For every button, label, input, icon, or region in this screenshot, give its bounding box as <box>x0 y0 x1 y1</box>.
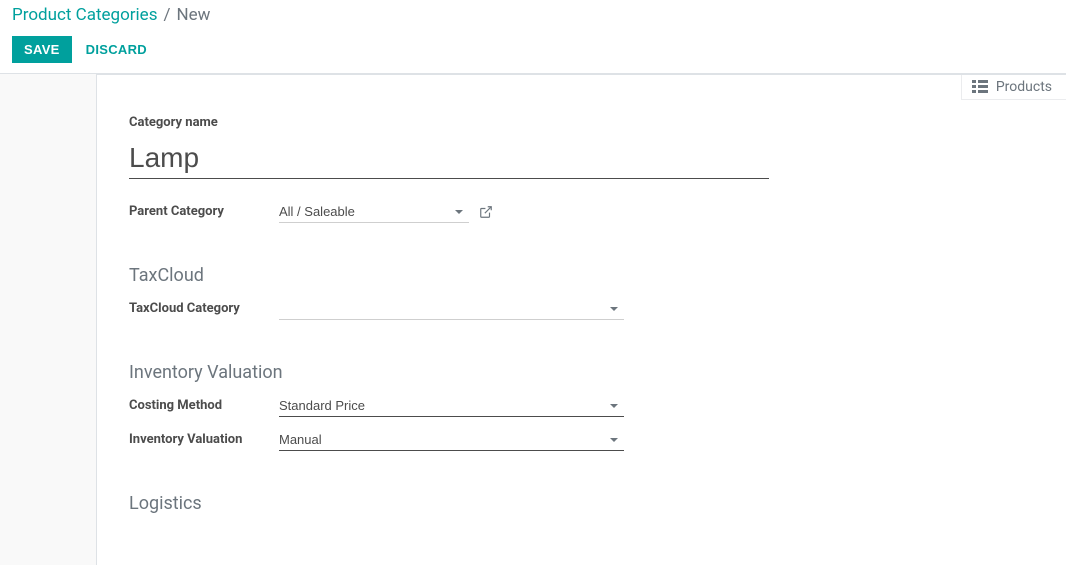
section-taxcloud-title: TaxCloud <box>129 265 1034 286</box>
parent-category-select[interactable] <box>279 201 469 223</box>
breadcrumb-parent-link[interactable]: Product Categories <box>12 4 157 28</box>
costing-method-label: Costing Method <box>129 398 279 413</box>
stage: Products Category name Parent Category <box>0 73 1066 565</box>
discard-button[interactable]: DISCARD <box>86 42 147 57</box>
topbar: Product Categories / New SAVE DISCARD <box>0 0 1066 73</box>
action-row: SAVE DISCARD <box>12 36 1054 73</box>
parent-category-input[interactable] <box>279 201 469 223</box>
section-inventory-valuation-title: Inventory Valuation <box>129 362 1034 383</box>
external-link-icon[interactable] <box>479 205 493 219</box>
save-button[interactable]: SAVE <box>12 36 72 63</box>
inventory-valuation-input[interactable] <box>279 429 624 451</box>
parent-category-label: Parent Category <box>129 204 279 219</box>
form-sheet-wrap: Products Category name Parent Category <box>96 74 1066 565</box>
taxcloud-category-label: TaxCloud Category <box>129 301 279 316</box>
list-icon <box>972 80 988 93</box>
category-name-label: Category name <box>129 115 1034 130</box>
taxcloud-category-input[interactable] <box>279 298 624 320</box>
left-gutter <box>0 74 96 565</box>
breadcrumb: Product Categories / New <box>12 4 1054 28</box>
inventory-valuation-select[interactable] <box>279 429 624 451</box>
costing-method-select[interactable] <box>279 395 624 417</box>
products-stat-label: Products <box>996 79 1052 95</box>
form-sheet: Products Category name Parent Category <box>96 74 1066 565</box>
inventory-valuation-label: Inventory Valuation <box>129 432 279 447</box>
category-name-input[interactable] <box>129 140 769 179</box>
breadcrumb-separator: / <box>163 4 170 28</box>
breadcrumb-current: New <box>176 4 210 28</box>
section-logistics-title: Logistics <box>129 493 1034 514</box>
costing-method-input[interactable] <box>279 395 624 417</box>
taxcloud-category-select[interactable] <box>279 298 624 320</box>
products-stat-button[interactable]: Products <box>961 75 1066 100</box>
